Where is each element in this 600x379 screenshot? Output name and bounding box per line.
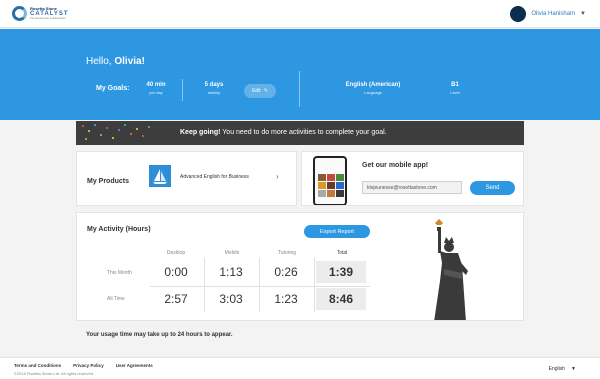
column-header-mobile: Mobile (224, 250, 240, 256)
footer: Terms and Conditions Privacy Policy User… (0, 357, 600, 379)
divider (182, 79, 183, 101)
greeting: Hello, Olivia! (86, 56, 145, 67)
goal-time-value: 40 min (146, 82, 166, 88)
level-info: B1 Level (440, 82, 470, 95)
banner-text: You need to do more activities to comple… (220, 129, 387, 136)
products-title: My Products (87, 178, 130, 185)
my-activity-card: My Activity (Hours) Export Report Deskto… (76, 212, 524, 321)
cell-this-month-tutoring: 0:26 (274, 265, 298, 279)
caret-down-icon: ▼ (580, 11, 586, 17)
avatar-icon (510, 6, 527, 22)
cell-this-month-desktop: 0:00 (164, 265, 188, 279)
privacy-link[interactable]: Privacy Policy (73, 363, 104, 368)
row-label-this-month: This Month (107, 270, 132, 276)
logo-line-3: For Enterprise & Education (30, 16, 67, 20)
language-sub: Language (364, 90, 382, 95)
export-report-button[interactable]: Export Report (304, 225, 370, 238)
logo-mark-icon (12, 6, 27, 21)
send-button[interactable]: Send (470, 181, 515, 195)
mobile-app-card: Get our mobile app! klejeunesse@rosettas… (301, 151, 524, 206)
cell-all-time-desktop: 2:57 (164, 292, 188, 306)
hero-section: Hello, Olivia! My Goals: 40 min per day … (0, 29, 600, 120)
sailboat-icon (153, 169, 167, 184)
language-info: English (American) Language (336, 82, 410, 95)
banner-bold: Keep going! (180, 129, 221, 136)
usage-note: Your usage time may take up to 24 hours … (86, 332, 233, 338)
language-label: English (548, 366, 566, 372)
level-value: B1 (451, 82, 459, 88)
product-thumbnail[interactable] (149, 165, 171, 187)
goal-days-sub: weekly (207, 90, 221, 95)
goal-time-sub: per day (149, 90, 163, 95)
copyright: ©2018 Rosetta Stone Ltd. All rights rese… (14, 371, 95, 376)
chevron-right-icon[interactable]: › (276, 172, 279, 181)
user-name: Olivia Hanisham (531, 11, 576, 17)
email-field[interactable]: klejeunesse@rosettastone.com (362, 181, 462, 194)
my-products-card: My Products Advanced English for Busines… (76, 151, 297, 206)
statue-of-liberty-image (434, 219, 468, 320)
column-header-tutoring: Tutoring (277, 250, 297, 256)
language-selector[interactable]: English ▼ (549, 366, 576, 372)
mobile-title: Get our mobile app! (362, 162, 429, 169)
top-bar: Rosetta Stone CATALYST For Enterprise & … (0, 0, 600, 28)
pencil-icon: ✎ (263, 88, 268, 94)
keep-going-banner: Keep going! You need to do more activiti… (76, 121, 524, 145)
edit-goals-button[interactable]: Edit ✎ (244, 84, 276, 98)
caret-down-icon: ▼ (571, 366, 576, 372)
activity-title: My Activity (Hours) (87, 226, 151, 233)
goals-label: My Goals: (96, 85, 130, 92)
cell-all-time-total: 8:46 (316, 288, 366, 310)
user-agreements-link[interactable]: User Agreements (116, 363, 153, 368)
greeting-name: Olivia! (114, 56, 145, 67)
product-name[interactable]: Advanced English for Business (180, 174, 249, 180)
user-menu[interactable]: Olivia Hanisham ▼ (510, 6, 586, 22)
column-header-desktop: Desktop (166, 250, 186, 256)
greeting-prefix: Hello, (86, 56, 115, 67)
goal-days: 5 days weekly (198, 82, 230, 95)
banner-message: Keep going! You need to do more activiti… (180, 129, 387, 136)
cell-this-month-mobile: 1:13 (219, 265, 243, 279)
goal-days-value: 5 days (204, 82, 224, 88)
row-label-all-time: All Time (107, 296, 125, 302)
phone-mockup-image (313, 156, 347, 205)
terms-link[interactable]: Terms and Conditions (14, 363, 61, 368)
column-header-total: Total (336, 250, 348, 256)
language-value: English (American) (345, 82, 401, 88)
divider (299, 71, 300, 107)
rosetta-stone-logo[interactable]: Rosetta Stone CATALYST For Enterprise & … (12, 6, 69, 21)
edit-label: Edit (252, 88, 261, 94)
cell-all-time-tutoring: 1:23 (274, 292, 298, 306)
cell-this-month-total: 1:39 (316, 261, 366, 283)
cell-all-time-mobile: 3:03 (219, 292, 243, 306)
level-sub: Level (450, 90, 460, 95)
goal-time: 40 min per day (140, 82, 172, 95)
